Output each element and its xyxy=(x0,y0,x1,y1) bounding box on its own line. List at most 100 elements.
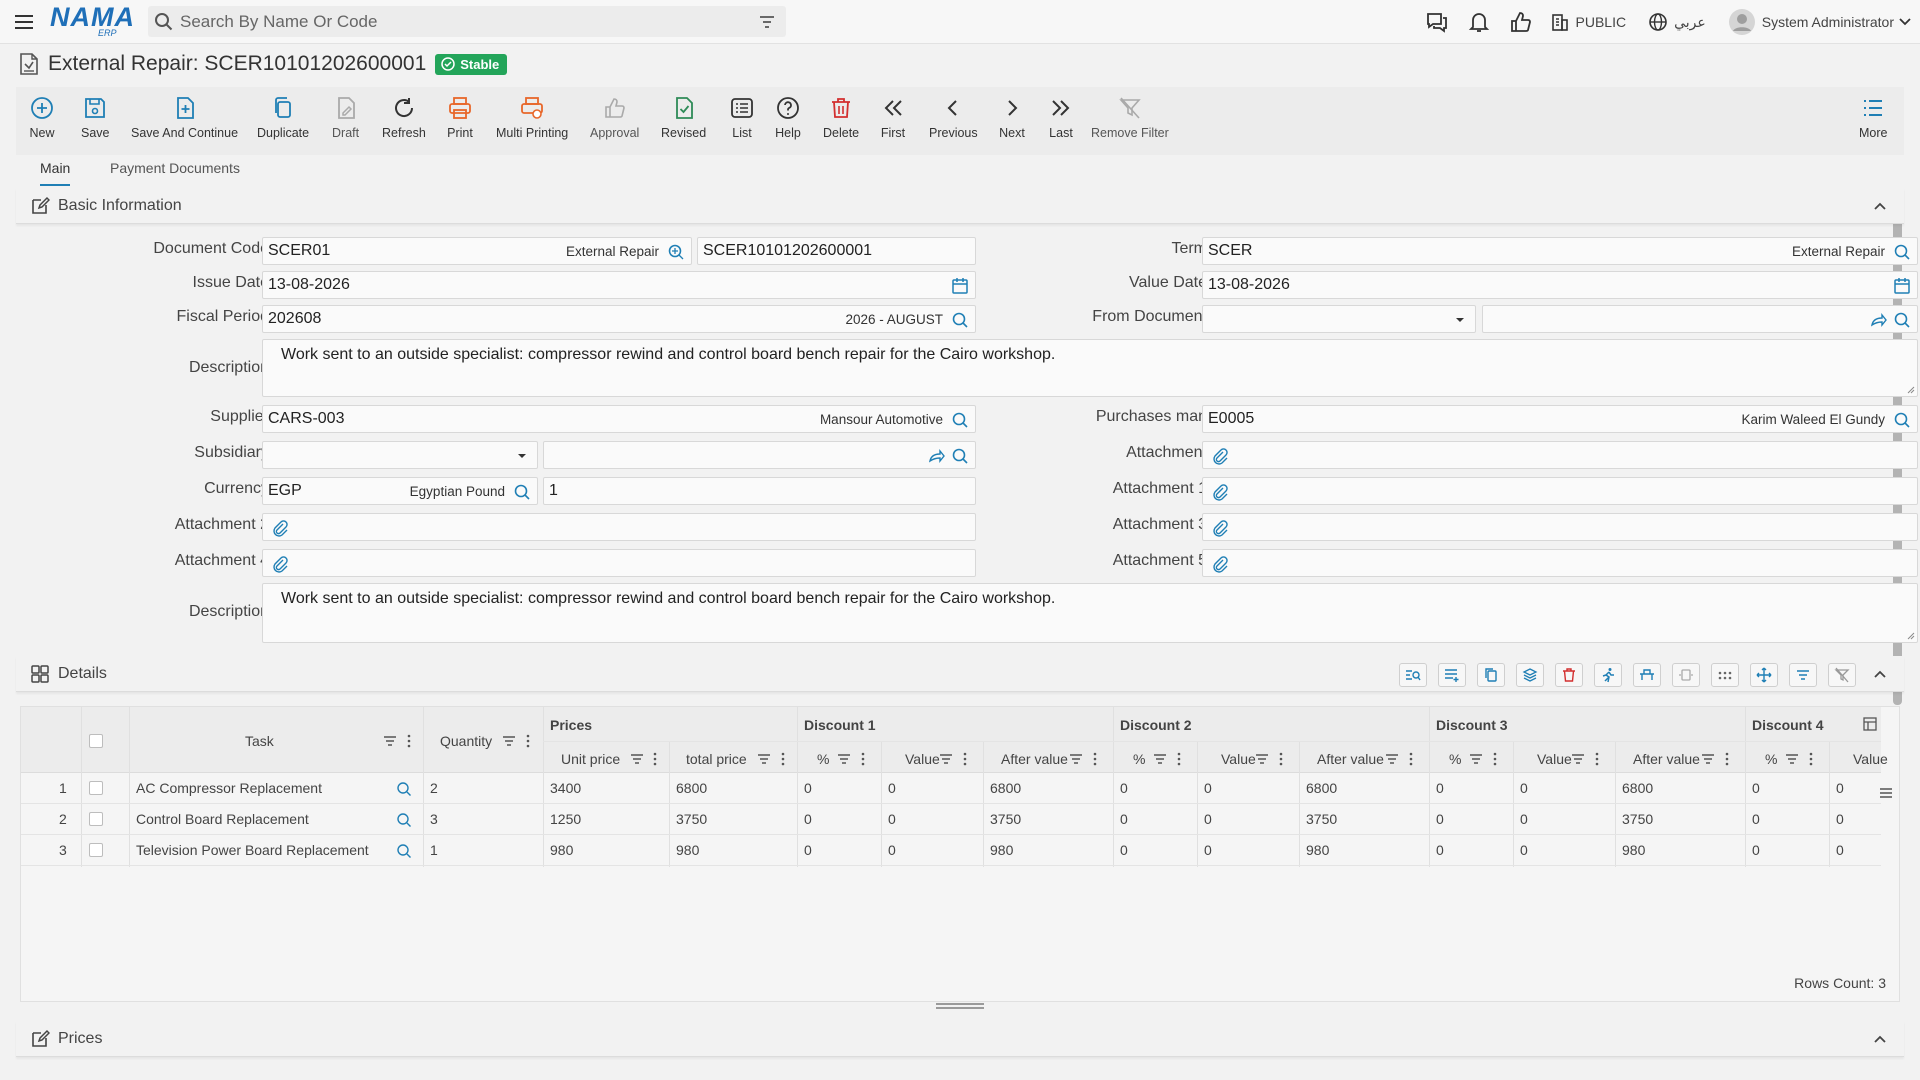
notification-bell-icon[interactable] xyxy=(1466,9,1492,35)
column-menu-icon[interactable] xyxy=(1177,752,1181,766)
column-menu-icon[interactable] xyxy=(526,734,530,748)
column-menu-icon[interactable] xyxy=(963,752,967,766)
column-chooser-icon[interactable] xyxy=(1863,717,1877,731)
calendar-icon[interactable] xyxy=(951,277,969,295)
chevron-up-icon[interactable] xyxy=(1872,666,1888,682)
table-row[interactable]: 1 AC Compressor Replacement 2 3400 6800 0 0 680… xyxy=(21,773,1881,804)
list-button[interactable]: List xyxy=(729,95,755,140)
hamburger-menu-icon[interactable] xyxy=(12,10,36,34)
print-button[interactable]: Print xyxy=(447,95,473,140)
more-button[interactable]: More xyxy=(1859,95,1887,140)
column-filter-icon[interactable] xyxy=(1069,752,1083,766)
select-all-checkbox[interactable] xyxy=(89,734,103,748)
duplicate-button[interactable]: Duplicate xyxy=(257,95,309,140)
attachment-3-field[interactable] xyxy=(1202,513,1918,541)
chat-icon[interactable] xyxy=(1424,9,1450,35)
column-filter-icon[interactable] xyxy=(502,734,516,748)
language-switcher[interactable]: عربي xyxy=(1648,12,1728,32)
column-filter-icon[interactable] xyxy=(1785,752,1799,766)
paperclip-icon[interactable] xyxy=(1211,555,1229,573)
table-row[interactable]: 2 Control Board Replacement 3 1250 3750 0 0 375… xyxy=(21,804,1881,835)
subsidiary-field[interactable] xyxy=(543,441,976,469)
lookup-search-icon[interactable] xyxy=(396,843,412,859)
attachment-field[interactable] xyxy=(1202,441,1918,469)
lookup-search-icon[interactable] xyxy=(951,311,969,329)
previous-button[interactable]: Previous xyxy=(929,95,978,140)
row-checkbox[interactable] xyxy=(89,781,103,795)
approval-button[interactable]: Approval xyxy=(590,95,639,140)
move-button[interactable] xyxy=(1750,663,1778,687)
insert-row-button[interactable] xyxy=(1633,663,1661,687)
lookup-search-icon[interactable] xyxy=(1893,311,1911,329)
remove-filter-button[interactable]: Remove Filter xyxy=(1091,95,1169,140)
first-button[interactable]: First xyxy=(880,95,906,140)
lookup-search-icon[interactable] xyxy=(396,812,412,828)
delete-row-button[interactable] xyxy=(1555,663,1583,687)
description-textarea[interactable]: Work sent to an outside specialist: comp… xyxy=(262,339,1918,397)
resize-grip-icon[interactable] xyxy=(1905,630,1915,640)
calendar-icon[interactable] xyxy=(1893,277,1911,295)
tab-payment-documents[interactable]: Payment Documents xyxy=(110,160,240,184)
add-row-button[interactable] xyxy=(1438,663,1466,687)
column-menu-icon[interactable] xyxy=(1725,752,1729,766)
supplier-field[interactable]: CARS-003 Mansour Automotive xyxy=(262,405,976,433)
new-button[interactable]: New xyxy=(29,95,55,140)
description-2-textarea[interactable]: Work sent to an outside specialist: comp… xyxy=(262,583,1918,643)
next-button[interactable]: Next xyxy=(999,95,1025,140)
column-filter-icon[interactable] xyxy=(1153,752,1167,766)
column-filter-icon[interactable] xyxy=(1701,752,1715,766)
grid-dots-button[interactable] xyxy=(1711,663,1739,687)
row-menu-icon[interactable] xyxy=(1879,786,1893,800)
delete-button[interactable]: Delete xyxy=(823,95,859,140)
lookup-search-icon[interactable] xyxy=(396,781,412,797)
basic-information-section-header[interactable]: Basic Information xyxy=(16,188,1904,224)
document-number-field[interactable]: SCER10101202600001 xyxy=(697,237,976,265)
chevron-up-icon[interactable] xyxy=(1872,1031,1888,1047)
filter-button[interactable] xyxy=(1789,663,1817,687)
chevron-up-icon[interactable] xyxy=(1872,198,1888,214)
attachment-4-field[interactable] xyxy=(262,549,976,577)
row-checkbox[interactable] xyxy=(89,812,103,826)
column-menu-icon[interactable] xyxy=(1809,752,1813,766)
column-menu-icon[interactable] xyxy=(1409,752,1413,766)
purchases-man-field[interactable]: E0005 Karim Waleed El Gundy xyxy=(1202,405,1918,433)
paperclip-icon[interactable] xyxy=(271,519,289,537)
run-button[interactable] xyxy=(1594,663,1622,687)
document-code-field[interactable]: SCER01 External Repair xyxy=(262,237,692,265)
lookup-search-icon[interactable] xyxy=(1893,243,1911,261)
resize-grip-icon[interactable] xyxy=(1905,384,1915,394)
fiscal-period-field[interactable]: 202608 2026 - AUGUST xyxy=(262,305,976,333)
save-button[interactable]: Save xyxy=(81,95,110,140)
refresh-button[interactable]: Refresh xyxy=(382,95,426,140)
revised-button[interactable]: Revised xyxy=(661,95,706,140)
share-arrow-icon[interactable] xyxy=(927,447,945,465)
clear-filter-button[interactable] xyxy=(1828,663,1856,687)
multi-printing-button[interactable]: Multi Printing xyxy=(496,95,568,140)
tab-main[interactable]: Main xyxy=(40,160,71,186)
column-filter-icon[interactable] xyxy=(939,752,953,766)
column-filter-icon[interactable] xyxy=(1571,752,1585,766)
column-menu-icon[interactable] xyxy=(653,752,657,766)
column-filter-icon[interactable] xyxy=(1255,752,1269,766)
public-branch-selector[interactable]: PUBLIC xyxy=(1550,12,1649,32)
thumbs-up-icon[interactable] xyxy=(1508,9,1534,35)
lookup-search-icon[interactable] xyxy=(513,483,531,501)
lookup-search-icon[interactable] xyxy=(667,243,685,261)
column-filter-icon[interactable] xyxy=(1469,752,1483,766)
fit-columns-button[interactable] xyxy=(1672,663,1700,687)
column-menu-icon[interactable] xyxy=(1493,752,1497,766)
search-filter-icon[interactable] xyxy=(758,13,776,31)
last-button[interactable]: Last xyxy=(1048,95,1074,140)
help-button[interactable]: Help xyxy=(775,95,801,140)
paperclip-icon[interactable] xyxy=(1211,519,1229,537)
paperclip-icon[interactable] xyxy=(1211,447,1229,465)
column-menu-icon[interactable] xyxy=(407,734,411,748)
column-filter-icon[interactable] xyxy=(757,752,771,766)
exchange-rate-field[interactable]: 1 xyxy=(543,477,976,505)
from-document-field[interactable] xyxy=(1482,305,1918,333)
attachment-1-field[interactable] xyxy=(1202,477,1918,505)
from-document-type-select[interactable] xyxy=(1202,305,1476,333)
table-row[interactable]: 3 Television Power Board Replacement 1 980 9… xyxy=(21,835,1881,866)
column-filter-icon[interactable] xyxy=(1899,756,1900,770)
column-filter-icon[interactable] xyxy=(630,752,644,766)
